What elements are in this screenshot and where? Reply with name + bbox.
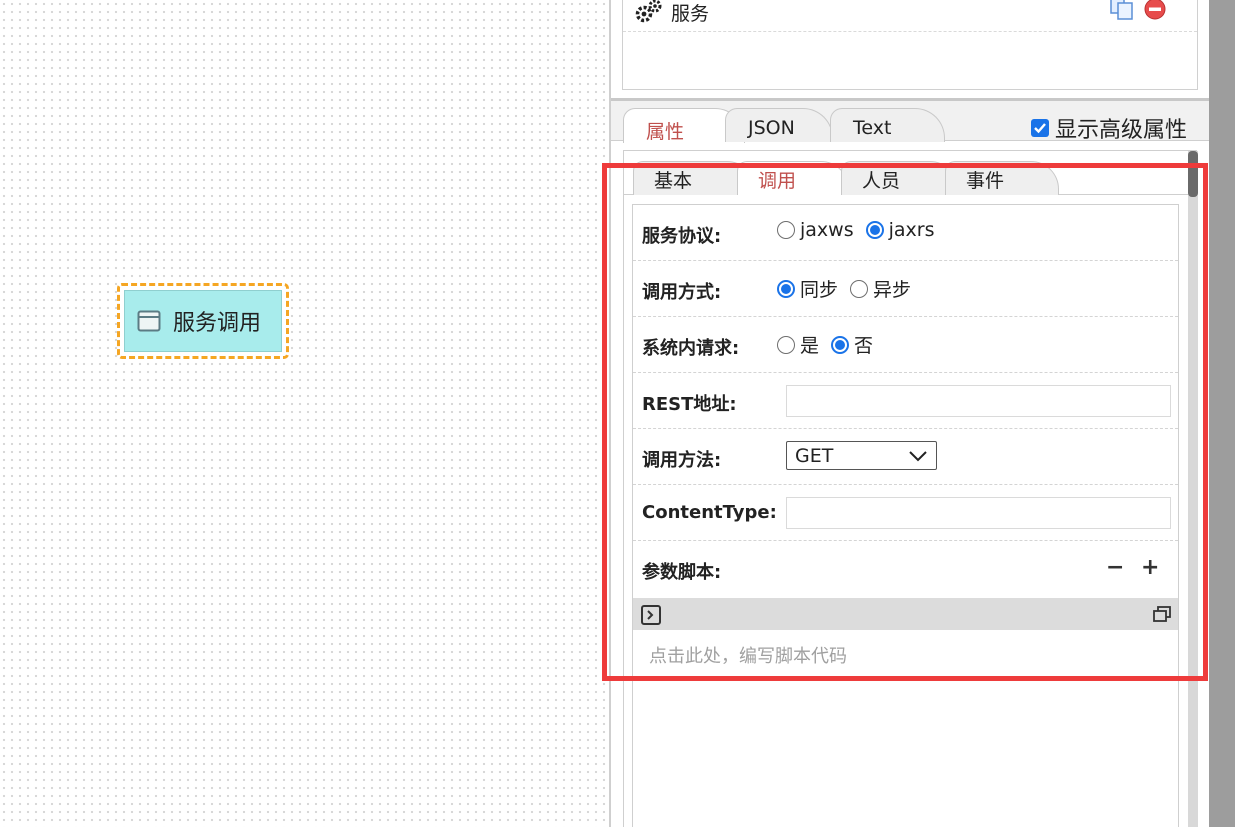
rest-address-row: REST地址: (633, 373, 1178, 429)
copy-icon[interactable] (1109, 0, 1135, 20)
subtab-events[interactable]: 事件 (945, 161, 1059, 195)
internal-request-label: 系统内请求: (642, 338, 740, 359)
invoke-form: 服务协议: jaxws jaxrs 调用方式: 同步 异步 系统内请求: 是 否… (632, 204, 1179, 827)
call-mode-row: 调用方式: 同步 异步 (633, 261, 1178, 317)
subtab-label: 调用 (758, 170, 797, 192)
add-script-button[interactable]: + (1141, 555, 1159, 580)
delete-icon[interactable] (1144, 0, 1166, 20)
subtab-label: 基本 (654, 170, 693, 192)
radio-jaxws-label[interactable]: jaxws (800, 219, 854, 241)
advanced-label: 显示高级属性 (1055, 118, 1188, 143)
service-call-node-body[interactable]: 服务调用 (124, 290, 282, 352)
service-item-label: 服务 (671, 3, 710, 25)
check-icon (1034, 123, 1046, 134)
internal-request-row: 系统内请求: 是 否 (633, 317, 1178, 373)
content-type-row: ContentType: (633, 485, 1178, 541)
advanced-checkbox[interactable] (1031, 119, 1049, 137)
tab-text[interactable]: Text (830, 108, 945, 142)
protocol-label: 服务协议: (642, 226, 722, 247)
radio-async[interactable] (850, 279, 869, 298)
call-mode-radio-group: 同步 异步 (777, 275, 923, 302)
tab-label: JSON (748, 117, 795, 139)
protocol-row: 服务协议: jaxws jaxrs (633, 205, 1178, 261)
script-toolbar (633, 598, 1178, 630)
service-call-node[interactable]: 服务调用 (117, 283, 289, 359)
internal-radio-group: 是 否 (777, 331, 885, 358)
script-editor-placeholder[interactable]: 点击此处，编写脚本代码 (649, 642, 847, 668)
service-list: 服务 (622, 0, 1198, 90)
radio-async-label[interactable]: 异步 (873, 275, 911, 302)
subtab-invoke[interactable]: 调用 (737, 161, 849, 195)
radio-no[interactable] (831, 335, 850, 354)
tab-label: Text (853, 117, 892, 139)
method-label: 调用方法: (642, 450, 722, 471)
method-row: 调用方法: GET (633, 429, 1178, 485)
content-type-input[interactable] (786, 497, 1171, 529)
radio-no-label[interactable]: 否 (854, 331, 873, 358)
subtab-people[interactable]: 人员 (841, 161, 958, 195)
window-edge (1209, 0, 1235, 827)
rest-address-label: REST地址: (642, 394, 737, 415)
terminal-icon[interactable] (641, 605, 661, 625)
sub-tabbar: 基本 调用 人员 事件 (624, 151, 1196, 195)
flow-canvas[interactable]: 服务调用 (0, 0, 610, 827)
radio-sync[interactable] (777, 279, 795, 298)
radio-yes[interactable] (777, 335, 795, 354)
content-type-label: ContentType: (642, 502, 777, 523)
radio-jaxrs[interactable] (865, 221, 884, 239)
radio-jaxws[interactable] (777, 221, 795, 239)
tab-json[interactable]: JSON (725, 108, 833, 142)
method-selected-value: GET (795, 444, 834, 467)
gears-icon (635, 0, 662, 23)
protocol-radio-group: jaxws jaxrs (777, 219, 947, 241)
tab-label: 属性 (646, 121, 685, 143)
radio-sync-label[interactable]: 同步 (800, 275, 838, 302)
window-icon (137, 310, 161, 332)
service-list-item[interactable]: 服务 (623, 0, 1197, 32)
method-select[interactable]: GET (786, 441, 937, 470)
maximize-icon[interactable] (1153, 606, 1171, 622)
radio-jaxrs-label[interactable]: jaxrs (889, 219, 935, 241)
node-label: 服务调用 (173, 311, 262, 336)
scrollbar-thumb[interactable] (1188, 151, 1198, 197)
rest-address-input[interactable] (786, 385, 1171, 417)
advanced-toggle[interactable]: 显示高级属性 (1031, 112, 1187, 144)
call-mode-label: 调用方式: (642, 282, 722, 303)
scrollbar-track[interactable] (1188, 151, 1198, 827)
radio-yes-label[interactable]: 是 (800, 331, 819, 358)
subtab-label: 人员 (862, 170, 901, 192)
chevron-down-icon (909, 450, 927, 461)
subtab-label: 事件 (966, 170, 1005, 192)
param-script-label: 参数脚本: (642, 562, 722, 583)
remove-script-button[interactable]: − (1106, 555, 1124, 580)
param-script-row: 参数脚本: − + (633, 541, 1178, 597)
